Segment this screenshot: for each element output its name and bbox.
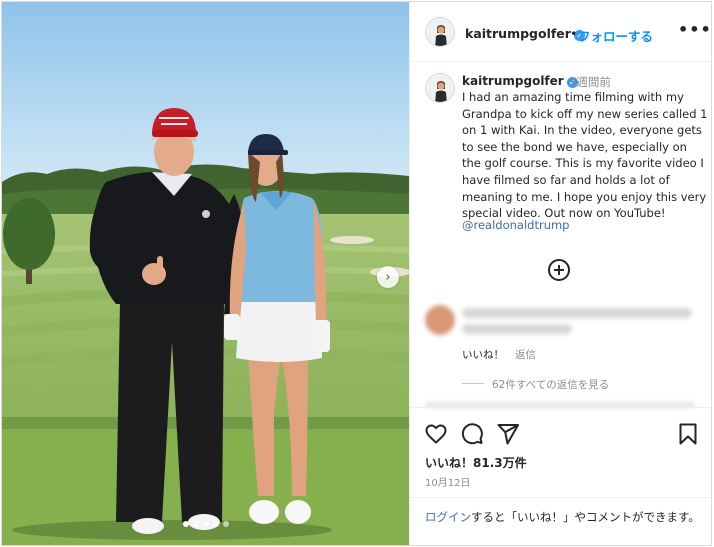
comment-text-blurred (462, 324, 572, 334)
post-side-panel: kaitrumpgolfer ✓ • フォローする ••• kaitrumpgol… (409, 2, 711, 545)
carousel-dot[interactable] (212, 521, 219, 527)
send-icon[interactable] (496, 422, 520, 446)
comment-icon[interactable] (460, 422, 484, 446)
comments-section: kaitrumpgolfer ✓ 3週間前 I had an amazing ti… (410, 62, 711, 408)
heart-icon[interactable] (424, 422, 448, 446)
caption-timestamp[interactable]: 3週間前 (569, 74, 611, 90)
caption-avatar[interactable] (425, 73, 455, 103)
login-prompt: ログインすると「いいね！」やコメントができます。 (410, 497, 711, 524)
plus-circle-icon[interactable] (548, 259, 570, 281)
caption-username[interactable]: kaitrumpgolfer ✓ (462, 74, 578, 88)
post-header: kaitrumpgolfer ✓ • フォローする ••• (410, 2, 711, 62)
carousel-dots (2, 512, 409, 531)
likes-count[interactable]: いいね！81.3万件 (425, 454, 527, 471)
carousel-next-button[interactable]: › (377, 266, 399, 288)
view-replies-button[interactable]: 62件すべての返信を見る (492, 377, 609, 392)
post-photo[interactable]: › (2, 2, 409, 545)
replies-divider (462, 383, 484, 384)
bookmark-icon[interactable] (676, 422, 700, 446)
carousel-dot[interactable] (192, 521, 199, 527)
avatar[interactable] (425, 17, 455, 47)
follow-button[interactable]: フォローする (578, 26, 653, 45)
carousel-dot[interactable] (222, 521, 229, 527)
login-prompt-text: すると「いいね！」やコメントができます。 (471, 510, 700, 524)
comment-text-blurred (462, 308, 692, 318)
comment-like-count[interactable]: いいね！ (462, 347, 504, 362)
post-dialog: › kaitrumpgolfer ✓ • フォローする ••• kaitrump… (1, 1, 712, 546)
carousel-dot[interactable] (202, 521, 209, 527)
reply-button[interactable]: 返信 (515, 347, 536, 362)
more-options-icon[interactable]: ••• (678, 20, 711, 39)
post-actions: いいね！81.3万件 10月12日 ログインすると「いいね！」やコメントができま… (410, 407, 711, 545)
carousel-dot[interactable] (182, 521, 189, 527)
post-date: 10月12日 (425, 478, 471, 489)
mention-link[interactable]: @realdonaldtrump (462, 218, 570, 232)
header-username[interactable]: kaitrumpgolfer ✓ (465, 26, 585, 41)
comment-avatar (425, 305, 455, 335)
caption-text: I had an amazing time filming with my Gr… (462, 90, 708, 221)
header-separator: • (570, 26, 578, 41)
login-link[interactable]: ログイン (425, 510, 471, 524)
